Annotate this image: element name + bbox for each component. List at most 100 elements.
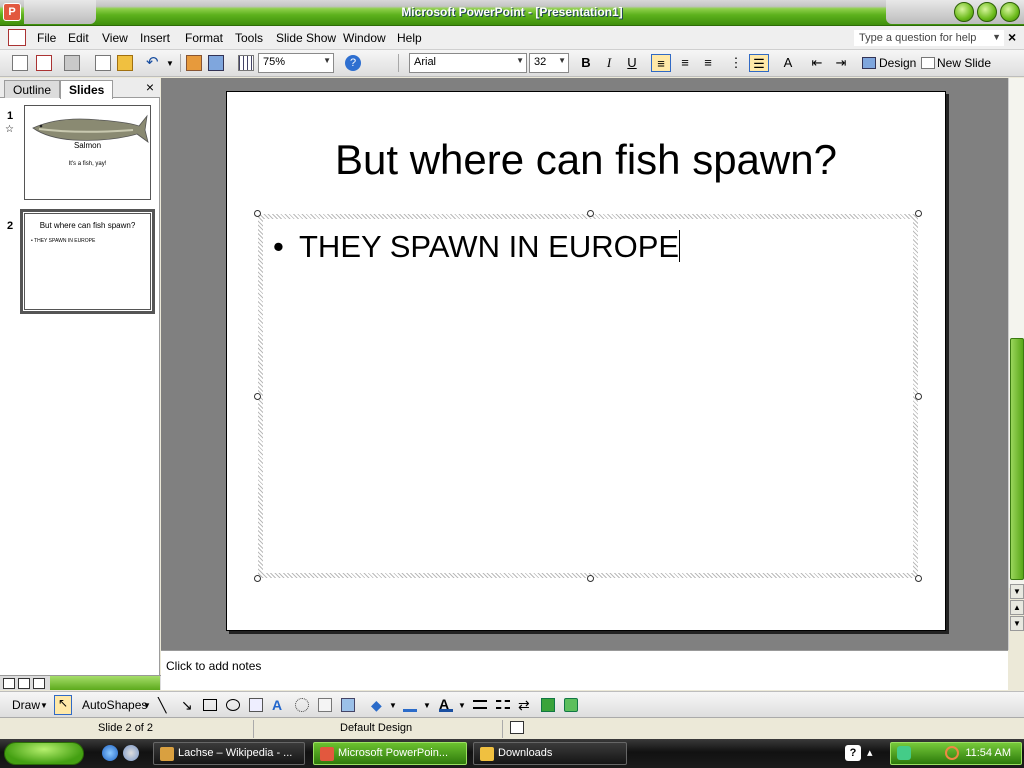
slide-show-view-icon[interactable] [33, 678, 45, 689]
underline-button[interactable]: U [622, 54, 642, 72]
chevron-up-icon[interactable]: ▴ [867, 745, 883, 761]
undo-dropdown-icon[interactable]: ▼ [166, 59, 174, 68]
shadow-style-icon[interactable] [541, 698, 555, 712]
draw-menu-button[interactable]: Draw [12, 698, 40, 712]
menu-help[interactable]: Help [397, 31, 422, 45]
design-template-status[interactable]: Default Design [340, 722, 412, 734]
select-pointer-icon[interactable]: ↖ [54, 695, 72, 715]
rectangle-tool-icon[interactable] [203, 699, 217, 711]
fill-color-icon[interactable]: ◆ [371, 698, 385, 712]
bold-button[interactable]: B [576, 54, 596, 72]
taskbar-item-downloads[interactable]: Downloads [473, 742, 627, 765]
print-icon[interactable] [64, 55, 80, 71]
clip-art-icon[interactable] [318, 698, 332, 712]
align-right-button[interactable]: ≡ [698, 54, 718, 72]
show-grid-icon[interactable] [238, 55, 254, 71]
resize-handle[interactable] [915, 210, 922, 217]
horizontal-scrollbar[interactable] [50, 676, 160, 690]
tab-slides[interactable]: Slides [60, 80, 114, 99]
design-button[interactable]: Design [879, 56, 916, 70]
notes-pane[interactable]: Click to add notes [161, 650, 1008, 690]
taskbar-item-browser[interactable]: Lachse – Wikipedia - ... [153, 742, 305, 765]
search-icon[interactable] [945, 746, 959, 760]
content-placeholder[interactable]: • THEY SPAWN IN EUROPE [254, 210, 922, 582]
line-color-icon[interactable] [403, 698, 417, 712]
undo-icon[interactable]: ↶ [146, 55, 162, 71]
minimize-button[interactable] [954, 2, 974, 22]
arrow-style-icon[interactable]: ⇄ [518, 698, 532, 712]
scroll-thumb[interactable] [1010, 338, 1024, 580]
spelling-check-icon[interactable] [510, 721, 524, 734]
help-question-input[interactable]: Type a question for help ▼ [853, 29, 1005, 47]
menu-insert[interactable]: Insert [140, 31, 170, 45]
font-select[interactable]: Arial ▼ [409, 53, 527, 73]
paste-icon[interactable] [117, 55, 133, 71]
document-icon[interactable] [8, 29, 26, 46]
close-button[interactable] [1000, 2, 1020, 22]
resize-handle[interactable] [915, 393, 922, 400]
design-icon[interactable] [862, 57, 876, 69]
menu-view[interactable]: View [102, 31, 128, 45]
new-document-icon[interactable] [12, 55, 28, 71]
internet-explorer-icon[interactable] [102, 745, 118, 761]
notes-placeholder[interactable]: Click to add notes [166, 659, 261, 673]
arrow-tool-icon[interactable]: ↘ [181, 698, 195, 712]
increase-font-size-button[interactable]: A [778, 54, 798, 72]
align-left-button[interactable]: ≡ [651, 54, 671, 72]
next-slide-icon[interactable]: ▼ [1010, 616, 1024, 631]
slide-title[interactable]: But where can fish spawn? [227, 136, 945, 184]
font-size-select[interactable]: 32 ▼ [529, 53, 569, 73]
decrease-indent-button[interactable]: ⇤ [807, 54, 827, 72]
network-icon[interactable] [897, 746, 911, 760]
line-tool-icon[interactable]: ╲ [158, 698, 172, 712]
menu-slide-show[interactable]: Slide Show [276, 31, 336, 45]
taskbar-item-powerpoint[interactable]: Microsoft PowerPoin... [313, 742, 467, 765]
previous-slide-icon[interactable]: ▲ [1010, 600, 1024, 615]
resize-handle[interactable] [254, 575, 261, 582]
dash-style-icon[interactable] [496, 700, 510, 709]
chevron-down-icon[interactable]: ▼ [992, 32, 1001, 42]
oval-tool-icon[interactable] [226, 699, 240, 711]
align-center-button[interactable]: ≡ [675, 54, 695, 72]
menu-window[interactable]: Window [343, 31, 386, 45]
increase-indent-button[interactable]: ⇥ [831, 54, 851, 72]
clock[interactable]: 11:54 AM [965, 747, 1011, 759]
resize-handle[interactable] [254, 393, 261, 400]
numbering-button[interactable]: ⋮ [726, 54, 746, 72]
slide-sorter-view-icon[interactable] [18, 678, 30, 689]
insert-chart-icon[interactable] [186, 55, 202, 71]
menu-tools[interactable]: Tools [235, 31, 263, 45]
bullets-button[interactable]: ☰ [749, 54, 769, 72]
copy-icon[interactable] [95, 55, 111, 71]
chevron-down-icon[interactable]: ▼ [458, 701, 466, 710]
insert-picture-icon[interactable] [341, 698, 355, 712]
resize-handle[interactable] [254, 210, 261, 217]
help-icon[interactable]: ? [345, 55, 361, 71]
new-slide-button[interactable]: New Slide [937, 56, 991, 70]
tab-outline[interactable]: Outline [4, 80, 61, 98]
help-icon[interactable]: ? [845, 745, 861, 761]
slide-thumbnail-2[interactable]: But where can fish spawn? • THEY SPAWN I… [20, 209, 155, 314]
chevron-down-icon[interactable]: ▼ [389, 701, 397, 710]
slide-canvas[interactable]: But where can fish spawn? • THEY SPAWN IN… [226, 91, 946, 631]
chevron-down-icon[interactable]: ▼ [40, 701, 48, 710]
autoshapes-button[interactable]: AutoShapes [82, 698, 147, 712]
insert-table-icon[interactable] [208, 55, 224, 71]
chevron-down-icon[interactable]: ▼ [143, 701, 151, 710]
close-pane-icon[interactable]: × [146, 79, 154, 95]
resize-handle[interactable] [915, 575, 922, 582]
resize-handle[interactable] [587, 575, 594, 582]
italic-button[interactable]: I [599, 54, 619, 72]
resize-handle[interactable] [587, 210, 594, 217]
wordart-icon[interactable]: A [272, 698, 286, 712]
normal-view-icon[interactable] [3, 678, 15, 689]
zoom-select[interactable]: 75% ▼ [258, 53, 334, 73]
chevron-down-icon[interactable]: ▼ [423, 701, 431, 710]
menu-edit[interactable]: Edit [68, 31, 89, 45]
line-style-icon[interactable] [473, 700, 487, 709]
content-text-area[interactable]: • THEY SPAWN IN EUROPE [263, 219, 913, 573]
3d-style-icon[interactable] [564, 698, 578, 712]
text-box-icon[interactable] [249, 698, 263, 712]
slide-thumbnail-1[interactable]: Salmon It's a fish, yay! [24, 105, 151, 200]
open-pdf-icon[interactable] [36, 55, 52, 71]
